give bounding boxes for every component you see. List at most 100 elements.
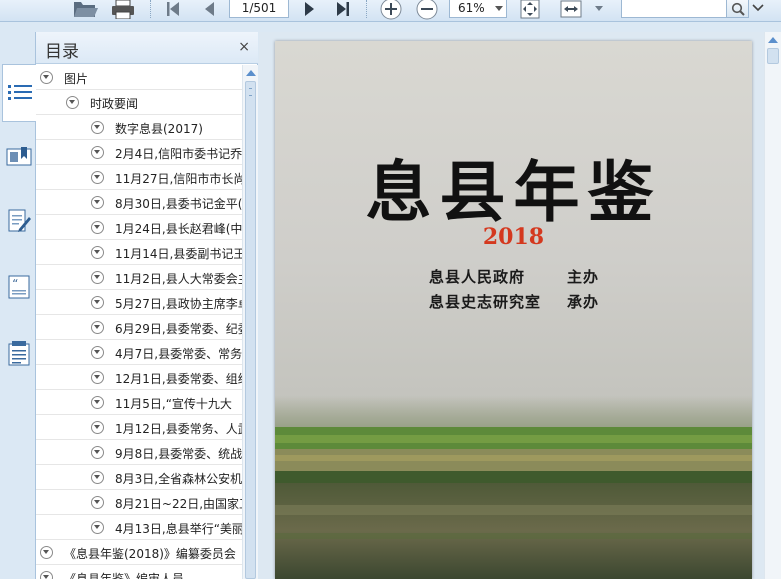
fit-page-button[interactable] [518, 0, 542, 20]
outline-item[interactable]: 8月30日,县委书记金平( [36, 190, 242, 215]
outline-item-label: 1月12日,县委常务、人武 [115, 422, 242, 436]
tab-annotations[interactable] [2, 192, 35, 250]
outline-item-label: 2月4日,信阳市委书记乔 [115, 147, 242, 161]
search-icon [731, 2, 745, 16]
expand-toggle-icon[interactable] [91, 521, 104, 534]
outline-item-label: 11月5日,“宣传十九大 [115, 397, 232, 411]
outline-item-label: 11月27日,信阳市市长尚 [115, 172, 242, 186]
toolbar-more-dropdown[interactable] [592, 0, 606, 20]
expand-toggle-icon[interactable] [91, 321, 104, 334]
first-page-icon [167, 2, 179, 16]
outline-tree: 图片时政要闻 数字息县(2017) 2月4日,信阳市委书记乔 11月27日,信阳市市长… [36, 65, 242, 579]
document-scrollbar[interactable] [764, 32, 781, 579]
tab-outline[interactable] [2, 64, 37, 122]
fit-page-icon [520, 0, 540, 19]
outline-item[interactable]: 8月3日,全省森林公安机 [36, 465, 242, 490]
zoom-in-button[interactable] [378, 0, 404, 20]
expand-toggle-icon[interactable] [91, 346, 104, 359]
fit-width-button[interactable] [558, 0, 584, 20]
outline-item[interactable]: 2月4日,信阳市委书记乔 [36, 140, 242, 165]
cover-landscape-image [275, 393, 752, 579]
outline-item[interactable]: 《息县年鉴(2018)》编纂委员会 [36, 540, 242, 565]
outline-item-label: 8月21日~22日,由国家工 [115, 497, 242, 511]
expand-toggle-icon[interactable] [91, 471, 104, 484]
close-icon[interactable]: × [238, 40, 250, 54]
page-number-input[interactable]: 1/501 [229, 0, 289, 18]
outline-item[interactable]: 5月27日,县政协主席李卓 [36, 290, 242, 315]
outline-item[interactable]: 8月21日~22日,由国家工 [36, 490, 242, 515]
expand-toggle-icon[interactable] [91, 496, 104, 509]
expand-toggle-icon[interactable] [66, 96, 79, 109]
outline-item[interactable]: 11月27日,信阳市市长尚 [36, 165, 242, 190]
next-page-button[interactable] [299, 0, 321, 20]
expand-toggle-icon[interactable] [91, 371, 104, 384]
open-folder-button[interactable] [70, 0, 100, 20]
outline-item[interactable]: 6月29日,县委常委、纪委 [36, 315, 242, 340]
expand-toggle-icon[interactable] [91, 296, 104, 309]
expand-toggle-icon[interactable] [91, 421, 104, 434]
cover-org-name: 息县史志研究室 [429, 293, 542, 311]
outline-item[interactable]: 4月13日,息县举行“美丽 [36, 515, 242, 540]
search-input[interactable] [621, 0, 727, 18]
tab-notes[interactable] [2, 324, 35, 382]
outline-item-label: 11月2日,县人大常委会主 [115, 272, 242, 286]
cover-title: 息县年鉴 [365, 153, 662, 231]
document-page: 息县年鉴 2018 息县人民政府 主办 息县史志研究室 承办 [275, 41, 752, 579]
tab-bookmarks[interactable] [2, 128, 35, 186]
outline-item[interactable]: 《息县年鉴》编审人员 [36, 565, 242, 579]
expand-toggle-icon[interactable] [40, 571, 53, 579]
chevron-down-icon [595, 6, 603, 11]
outline-item[interactable]: 图片 [36, 65, 242, 90]
expand-toggle-icon[interactable] [40, 71, 53, 84]
scrollbar-thumb[interactable] [245, 81, 256, 579]
outline-item[interactable]: 11月2日,县人大常委会主 [36, 265, 242, 290]
expand-toggle-icon[interactable] [40, 546, 53, 559]
cover-org-role: 主办 [567, 268, 600, 286]
quote-icon: “ [8, 275, 29, 299]
expand-toggle-icon[interactable] [91, 146, 104, 159]
zoom-out-icon [416, 0, 438, 20]
outline-item[interactable]: 数字息县(2017) [36, 115, 242, 140]
expand-toggle-icon[interactable] [91, 121, 104, 134]
outline-item-label: 图片 [64, 72, 89, 86]
outline-item-label: 6月29日,县委常委、纪委 [115, 322, 242, 336]
last-page-button[interactable] [332, 0, 354, 20]
expand-toggle-icon[interactable] [91, 246, 104, 259]
outline-item[interactable]: 12月1日,县委常委、组织 [36, 365, 242, 390]
outline-item[interactable]: 1月12日,县委常务、人武 [36, 415, 242, 440]
print-icon [112, 0, 134, 19]
zoom-out-button[interactable] [414, 0, 440, 20]
cover-publisher-line: 息县人民政府 主办 [429, 266, 598, 287]
scroll-up-icon[interactable] [768, 37, 778, 43]
scrollbar-thumb[interactable] [767, 48, 779, 64]
search-button[interactable] [727, 0, 749, 18]
expand-toggle-icon[interactable] [91, 271, 104, 284]
expand-toggle-icon[interactable] [91, 396, 104, 409]
outline-item[interactable]: 4月7日,县委常委、常务 [36, 340, 242, 365]
outline-item[interactable]: 11月14日,县委副书记王 [36, 240, 242, 265]
outline-item[interactable]: 11月5日,“宣传十九大 [36, 390, 242, 415]
outline-item[interactable]: 1月24日,县长赵君峰(中 [36, 215, 242, 240]
outline-item-label: 1月24日,县长赵君峰(中 [115, 222, 242, 236]
expand-toggle-icon[interactable] [91, 196, 104, 209]
outline-item-label: 8月3日,全省森林公安机 [115, 472, 242, 486]
zoom-select[interactable]: 61% [449, 0, 507, 18]
outline-item-label: 11月14日,县委副书记王 [115, 247, 242, 261]
tab-quotes[interactable]: “ [2, 258, 35, 316]
outline-panel: 目录 × 图片 时政要闻 数字息县(2017) 2月4日,信阳市委书记乔 11月27日,… [36, 32, 258, 579]
print-button[interactable] [108, 0, 138, 20]
outline-item[interactable]: 时政要闻 [36, 90, 242, 115]
prev-page-button[interactable] [198, 0, 220, 20]
search-options-dropdown[interactable] [752, 2, 764, 16]
expand-toggle-icon[interactable] [91, 446, 104, 459]
first-page-button[interactable] [162, 0, 184, 20]
expand-toggle-icon[interactable] [91, 221, 104, 234]
cover-org-role: 承办 [567, 293, 600, 311]
sidebar-tab-strip: “ [0, 32, 37, 579]
expand-toggle-icon[interactable] [91, 171, 104, 184]
outline-item-label: 4月7日,县委常委、常务 [115, 347, 242, 361]
outline-scrollbar[interactable] [242, 65, 258, 579]
scroll-up-icon[interactable] [246, 70, 256, 76]
zoom-value: 61% [458, 1, 485, 15]
outline-item[interactable]: 9月8日,县委常委、统战 [36, 440, 242, 465]
